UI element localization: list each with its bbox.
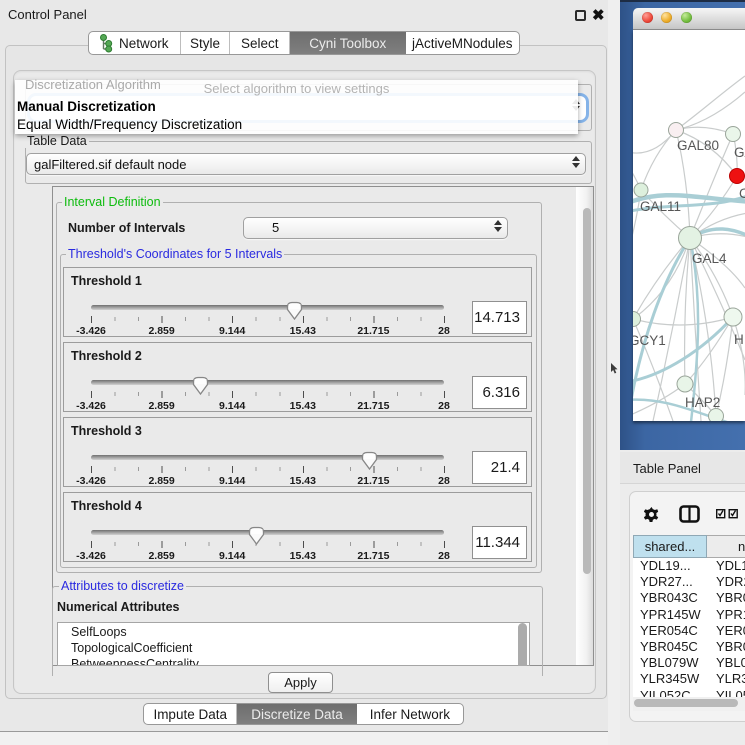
svg-text:C: C xyxy=(739,186,745,201)
svg-text:GCY1: GCY1 xyxy=(633,333,666,348)
svg-text:GAL11: GAL11 xyxy=(640,199,681,214)
svg-text:HAP2: HAP2 xyxy=(685,395,720,410)
svg-text:H: H xyxy=(734,332,744,347)
svg-text:GA: GA xyxy=(734,145,745,160)
svg-text:GAL80: GAL80 xyxy=(677,138,719,153)
svg-text:GAL4: GAL4 xyxy=(692,251,727,266)
